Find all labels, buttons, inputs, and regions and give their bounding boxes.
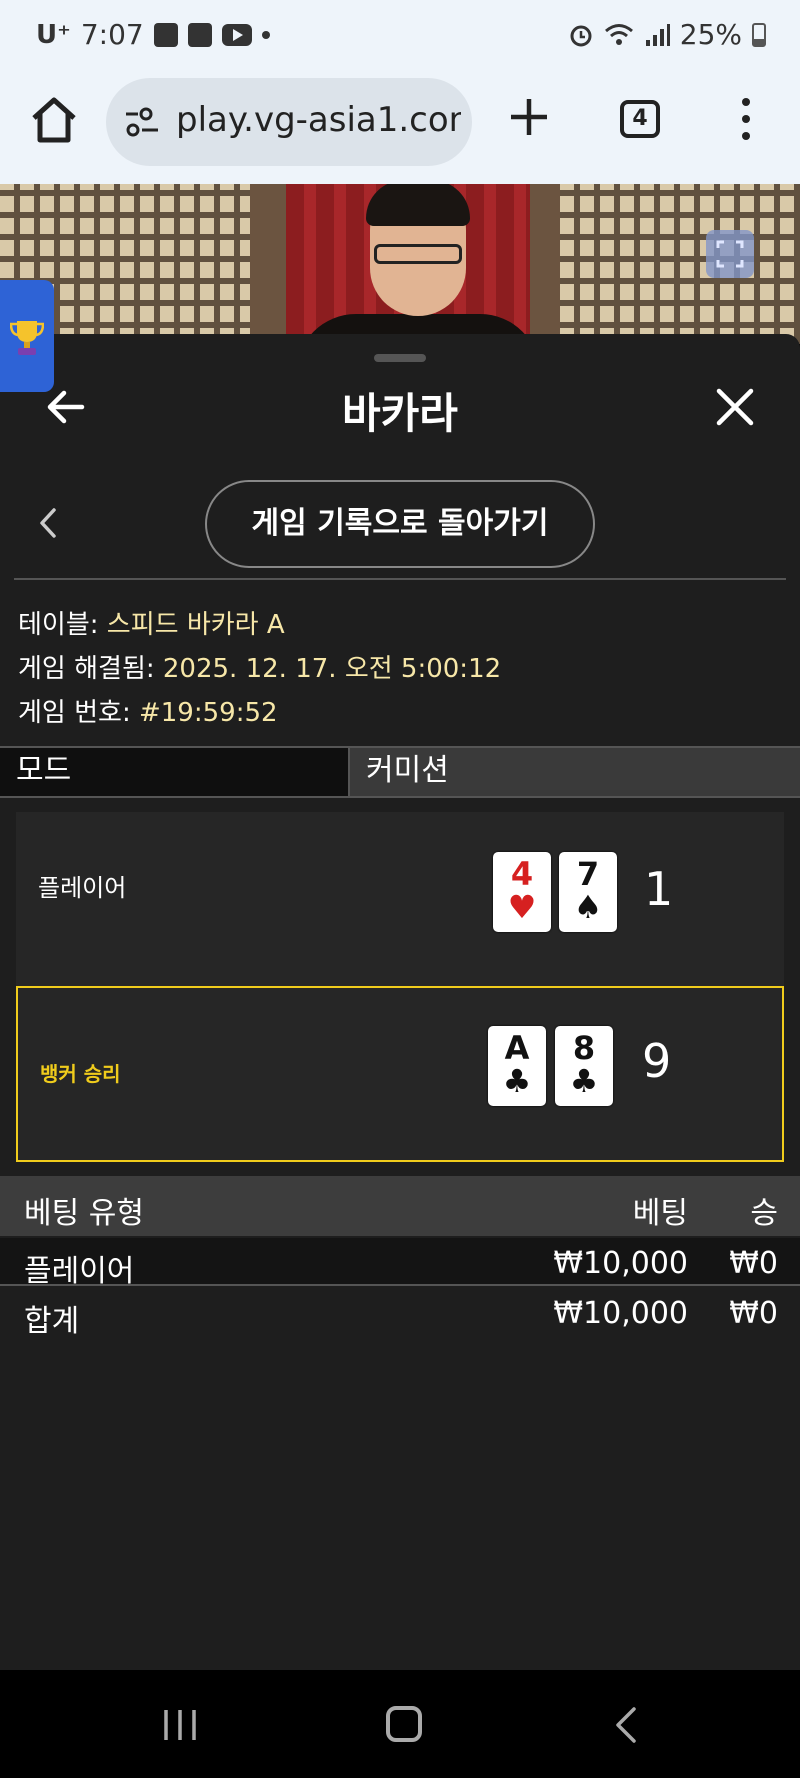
overflow-menu-icon[interactable]	[738, 98, 754, 142]
site-settings-icon[interactable]	[124, 104, 160, 140]
more-notifications-icon	[261, 30, 270, 39]
player-label: 플레이어	[38, 874, 127, 902]
header-win: 승	[750, 1196, 778, 1231]
back-to-history-button[interactable]: 게임 기록으로 돌아가기	[205, 480, 595, 568]
heart-suit-icon: ♥	[507, 888, 537, 926]
club-suit-icon: ♣	[569, 1062, 599, 1100]
home-nav-icon[interactable]	[386, 1706, 422, 1742]
battery-percent: 25%	[679, 18, 742, 51]
mode-row: 모드 커미션	[0, 746, 800, 798]
home-icon[interactable]	[28, 94, 80, 146]
table-info: 테이블: 스피드 바카라 A	[18, 604, 285, 641]
new-tab-icon[interactable]	[508, 96, 550, 138]
checkbox-notification-icon	[187, 22, 212, 47]
game-number-value: #19:59:52	[138, 698, 278, 728]
game-history-panel: 바카라 게임 기록으로 돌아가기 테이블: 스피드 바카라 A 게임 해결됨: …	[0, 334, 800, 1670]
total-bet: ₩10,000	[553, 1296, 688, 1331]
chevron-left-icon[interactable]	[38, 506, 58, 540]
spade-suit-icon: ♠	[573, 888, 603, 926]
fullscreen-icon	[716, 240, 744, 268]
clock: 7:07	[80, 18, 144, 51]
table-row: 플레이어 ₩10,000 ₩0	[0, 1238, 800, 1289]
resolved-value: 2025. 12. 17. 오전 5:00:12	[162, 654, 502, 684]
mode-label: 모드	[0, 748, 350, 796]
bet-type-cell: 플레이어	[24, 1254, 135, 1289]
player-card-1: 4 ♥	[493, 852, 551, 932]
drag-handle[interactable]	[374, 354, 426, 362]
mode-value: 커미션	[350, 748, 800, 796]
system-navigation-bar	[0, 1670, 800, 1778]
back-nav-icon[interactable]	[614, 1706, 638, 1744]
signal-icon	[645, 23, 670, 46]
background-lattice-right	[560, 184, 800, 344]
banker-card-1: A ♣	[488, 1026, 546, 1106]
trophy-tab[interactable]	[0, 280, 54, 392]
game-number-label: 게임 번호:	[18, 698, 139, 728]
total-row: 합계 ₩10,000 ₩0	[0, 1288, 800, 1339]
panel-title: 바카라	[342, 389, 458, 438]
resolved-label: 게임 해결됨:	[18, 654, 163, 684]
screen: U⁺ 7:07 25% play.vg-asia1.com 4 바카라 게임 기…	[0, 0, 800, 1778]
recent-apps-icon[interactable]	[162, 1708, 198, 1742]
card-rank: 8	[572, 1029, 596, 1067]
tab-switcher-button[interactable]: 4	[620, 100, 660, 138]
dealer-image	[296, 184, 540, 344]
divider	[14, 578, 786, 580]
resolved-info: 게임 해결됨: 2025. 12. 17. 오전 5:00:12	[18, 648, 501, 685]
player-hand: 플레이어 4 ♥ 7 ♠ 1	[16, 812, 784, 988]
club-suit-icon: ♣	[502, 1062, 532, 1100]
fullscreen-button[interactable]	[706, 230, 754, 278]
card-rank: 4	[510, 855, 534, 893]
table-label: 테이블:	[18, 610, 107, 640]
header-bet-amount: 베팅	[632, 1196, 688, 1231]
url-text: play.vg-asia1.com	[176, 100, 461, 140]
card-rank: 7	[576, 855, 600, 893]
banker-card-2: 8 ♣	[555, 1026, 613, 1106]
status-bar: U⁺ 7:07 25%	[0, 0, 800, 72]
battery-icon	[752, 22, 766, 47]
banker-win-label: 뱅커 승리	[40, 1062, 121, 1086]
youtube-notification-icon	[221, 23, 252, 46]
player-card-2: 7 ♠	[559, 852, 617, 932]
win-amount-cell: ₩0	[729, 1246, 778, 1281]
browser-toolbar: play.vg-asia1.com 4	[0, 72, 800, 184]
banker-score: 9	[642, 1034, 672, 1088]
trophy-icon	[10, 321, 44, 355]
banker-hand: 뱅커 승리 A ♣ 8 ♣ 9	[16, 986, 784, 1162]
bets-table-header: 베팅 유형 베팅 승	[0, 1176, 800, 1236]
close-icon[interactable]	[716, 388, 754, 426]
card-rank: A	[504, 1029, 530, 1067]
wifi-icon	[604, 23, 633, 45]
table-value: 스피드 바카라 A	[106, 610, 285, 640]
carrier-label: U⁺	[36, 19, 71, 50]
live-video-stream	[0, 184, 800, 344]
alarm-icon	[570, 25, 592, 46]
header-bet-type: 베팅 유형	[24, 1196, 144, 1231]
bet-amount-cell: ₩10,000	[553, 1246, 688, 1281]
game-number-info: 게임 번호: #19:59:52	[18, 692, 278, 729]
total-win: ₩0	[729, 1296, 778, 1331]
total-label: 합계	[24, 1304, 80, 1339]
player-score: 1	[644, 862, 674, 916]
gallery-notification-icon	[153, 22, 178, 47]
address-bar[interactable]: play.vg-asia1.com	[106, 78, 472, 166]
